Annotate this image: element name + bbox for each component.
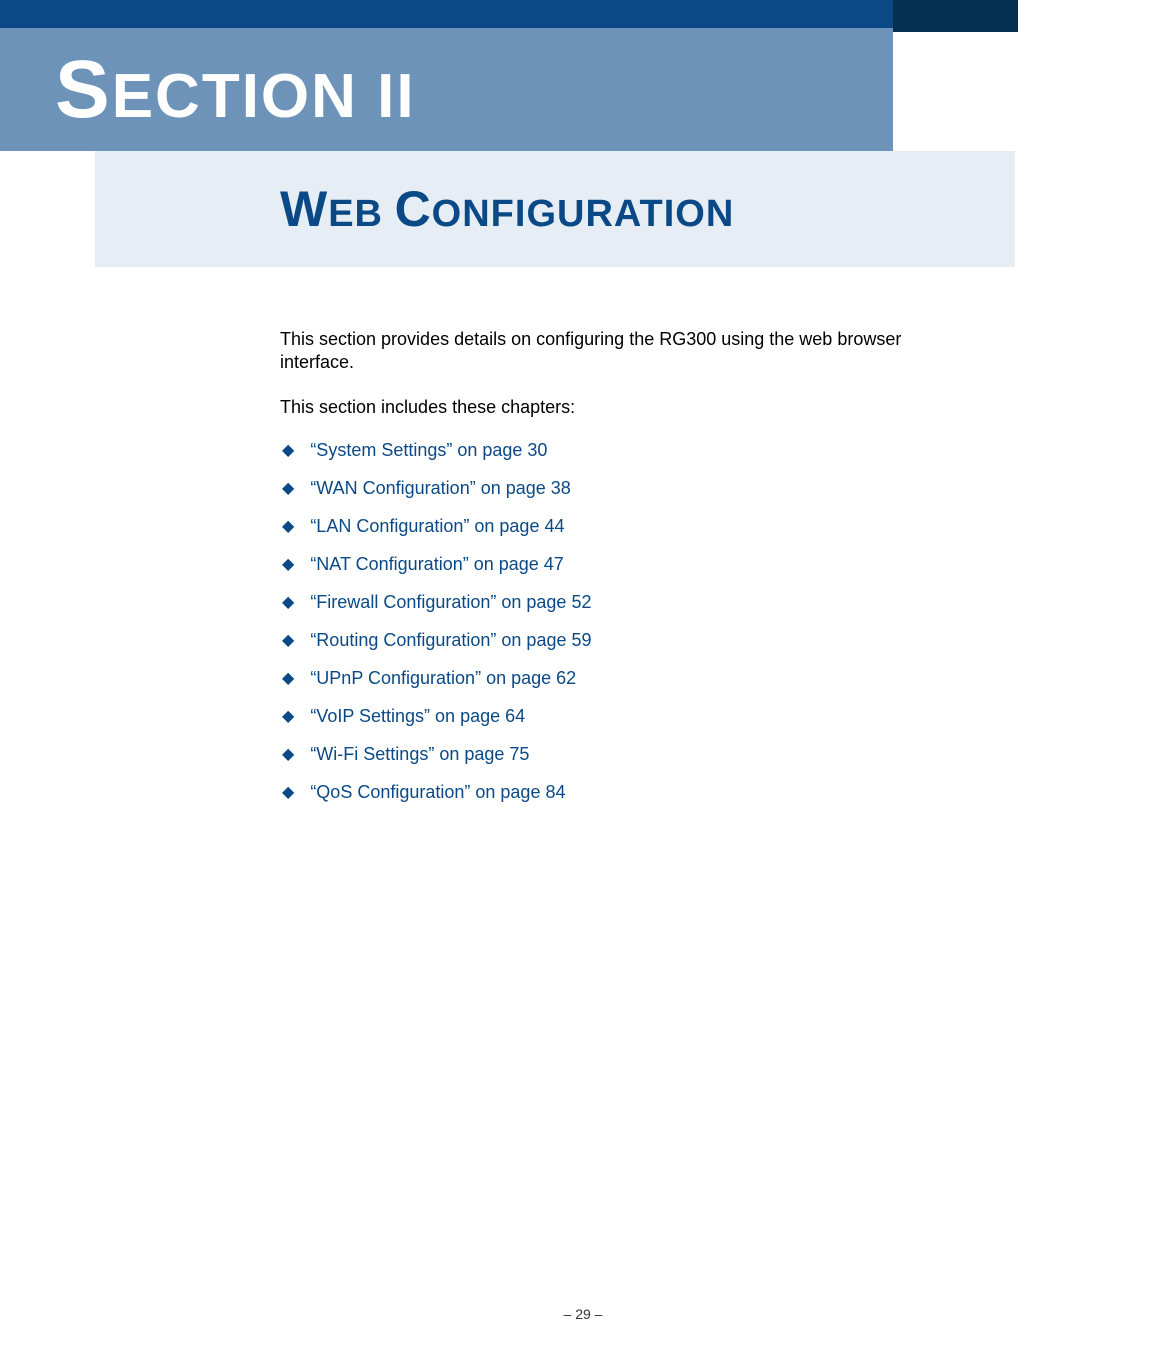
- diamond-bullet-icon: ◆: [282, 478, 294, 498]
- section-number: II: [377, 62, 415, 131]
- section-title-initial: S: [55, 44, 112, 135]
- diamond-bullet-icon: ◆: [282, 744, 294, 764]
- list-item: ◆ “NAT Configuration” on page 47: [280, 554, 960, 575]
- chapter-link-lan-configuration[interactable]: “LAN Configuration” on page 44: [310, 516, 564, 537]
- title-word2-first: C: [395, 181, 432, 237]
- page-number-footer: – 29 –: [0, 1306, 1166, 1322]
- diamond-bullet-icon: ◆: [282, 516, 294, 536]
- title-band: WEB CONFIGURATION: [95, 151, 1015, 267]
- diamond-bullet-icon: ◆: [282, 554, 294, 574]
- diamond-bullet-icon: ◆: [282, 440, 294, 460]
- chapter-link-upnp-configuration[interactable]: “UPnP Configuration” on page 62: [310, 668, 576, 689]
- list-item: ◆ “Routing Configuration” on page 59: [280, 630, 960, 651]
- page-title: WEB CONFIGURATION: [280, 180, 734, 238]
- section-title: SECTION II: [55, 43, 416, 137]
- diamond-bullet-icon: ◆: [282, 592, 294, 612]
- list-item: ◆ “Firewall Configuration” on page 52: [280, 592, 960, 613]
- top-bar-blue: [0, 0, 893, 28]
- top-bar-dark-blue: [893, 0, 1018, 32]
- chapter-link-wan-configuration[interactable]: “WAN Configuration” on page 38: [310, 478, 570, 499]
- title-word2-rest: ONFIGURATION: [432, 193, 735, 235]
- list-item: ◆ “UPnP Configuration” on page 62: [280, 668, 960, 689]
- chapter-link-routing-configuration[interactable]: “Routing Configuration” on page 59: [310, 630, 591, 651]
- intro-paragraph: This section provides details on configu…: [280, 328, 960, 375]
- section-title-label-rest: ECTION: [112, 62, 377, 131]
- chapter-link-firewall-configuration[interactable]: “Firewall Configuration” on page 52: [310, 592, 591, 613]
- diamond-bullet-icon: ◆: [282, 630, 294, 650]
- list-item: ◆ “VoIP Settings” on page 64: [280, 706, 960, 727]
- diamond-bullet-icon: ◆: [282, 668, 294, 688]
- list-item: ◆ “QoS Configuration” on page 84: [280, 782, 960, 803]
- chapter-list: ◆ “System Settings” on page 30 ◆ “WAN Co…: [280, 440, 960, 803]
- chapter-link-nat-configuration[interactable]: “NAT Configuration” on page 47: [310, 554, 564, 575]
- section-header-banner: SECTION II: [0, 28, 893, 151]
- title-word1-first: W: [280, 181, 328, 237]
- diamond-bullet-icon: ◆: [282, 782, 294, 802]
- list-item: ◆ “System Settings” on page 30: [280, 440, 960, 461]
- chapter-link-wifi-settings[interactable]: “Wi-Fi Settings” on page 75: [310, 744, 529, 765]
- chapter-link-voip-settings[interactable]: “VoIP Settings” on page 64: [310, 706, 525, 727]
- chapter-link-system-settings[interactable]: “System Settings” on page 30: [310, 440, 547, 461]
- chapter-list-heading: This section includes these chapters:: [280, 397, 960, 418]
- title-word1-rest: EB: [328, 193, 383, 235]
- chapter-link-qos-configuration[interactable]: “QoS Configuration” on page 84: [310, 782, 565, 803]
- list-item: ◆ “Wi-Fi Settings” on page 75: [280, 744, 960, 765]
- diamond-bullet-icon: ◆: [282, 706, 294, 726]
- content-area: This section provides details on configu…: [280, 328, 960, 820]
- list-item: ◆ “WAN Configuration” on page 38: [280, 478, 960, 499]
- list-item: ◆ “LAN Configuration” on page 44: [280, 516, 960, 537]
